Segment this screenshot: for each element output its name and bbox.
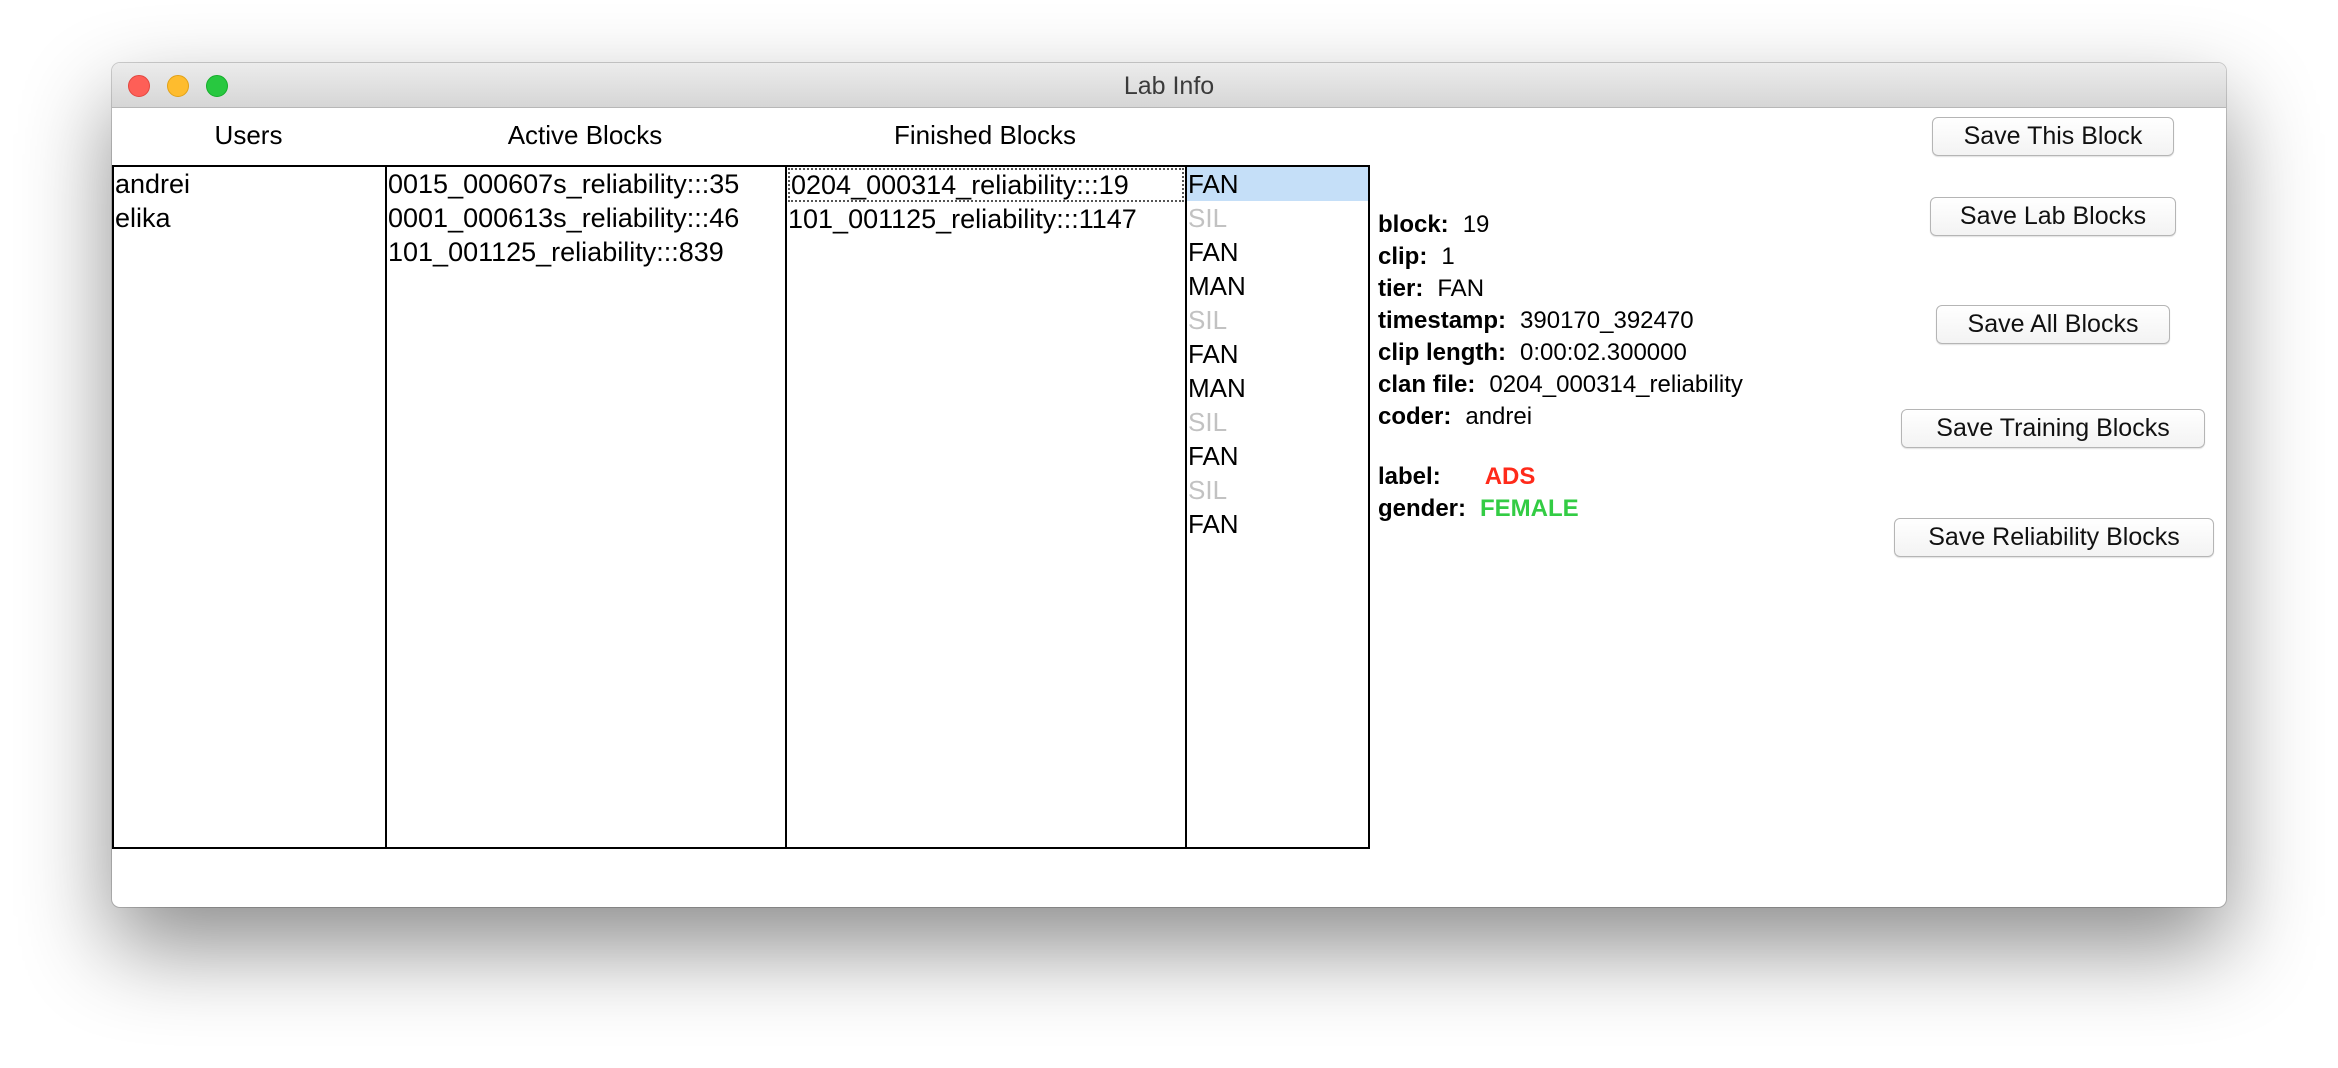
users-list[interactable]: andrei elika	[112, 165, 387, 849]
list-item[interactable]: 0204_000314_reliability:::19	[788, 168, 1184, 202]
info-timestamp: timestamp: 390170_392470	[1378, 305, 1743, 337]
save-all-blocks-button[interactable]: Save All Blocks	[1936, 305, 2170, 344]
lab-info-window: Lab Info Users Active Blocks Finished Bl…	[112, 63, 2226, 907]
list-item[interactable]: 0001_000613s_reliability:::46	[387, 201, 785, 235]
info-key: label:	[1378, 463, 1441, 490]
save-lab-blocks-button[interactable]: Save Lab Blocks	[1930, 197, 2176, 236]
info-value: FAN	[1437, 275, 1485, 302]
info-value: 390170_392470	[1520, 307, 1694, 334]
list-item[interactable]: 101_001125_reliability:::1147	[787, 202, 1185, 236]
info-value: 19	[1462, 211, 1490, 238]
tier-list-item[interactable]: FAN	[1187, 167, 1368, 201]
info-key: block:	[1378, 211, 1449, 238]
info-key: clip:	[1378, 243, 1428, 270]
users-column-header: Users	[214, 120, 283, 150]
save-reliability-blocks-button[interactable]: Save Reliability Blocks	[1894, 518, 2214, 557]
tier-list-item[interactable]: SIL	[1187, 405, 1368, 439]
info-block: block: 19	[1378, 209, 1743, 241]
save-training-blocks-button[interactable]: Save Training Blocks	[1901, 409, 2205, 448]
info-gender: gender: FEMALE	[1378, 493, 1743, 525]
window-title: Lab Info	[1123, 72, 1215, 100]
finished-blocks-list[interactable]: 0204_000314_reliability:::19 101_001125_…	[785, 165, 1187, 849]
label-value: ADS	[1484, 463, 1536, 490]
info-key: coder:	[1378, 403, 1452, 430]
list-item[interactable]: elika	[114, 201, 385, 235]
info-key: gender:	[1378, 495, 1467, 522]
block-info-panel: block: 19 clip: 1 tier: FAN timestamp: 39017…	[1378, 209, 1743, 525]
list-item[interactable]: 101_001125_reliability:::839	[387, 235, 785, 269]
info-value: 0204_000314_reliability	[1489, 371, 1743, 398]
info-clip: clip: 1	[1378, 241, 1743, 273]
info-value: 1	[1441, 243, 1455, 270]
info-label: label: ADS	[1378, 461, 1743, 493]
gender-value: FEMALE	[1480, 495, 1579, 522]
info-key: clip length:	[1378, 339, 1506, 366]
info-clan-file: clan file: 0204_000314_reliability	[1378, 369, 1743, 401]
info-key: tier:	[1378, 275, 1424, 302]
tier-list-item[interactable]: MAN	[1187, 371, 1368, 405]
info-clip-length: clip length: 0:00:02.300000	[1378, 337, 1743, 369]
info-key: clan file:	[1378, 371, 1476, 398]
tier-list-item[interactable]: FAN	[1187, 439, 1368, 473]
tier-list-item[interactable]: FAN	[1187, 337, 1368, 371]
tier-list-item[interactable]: SIL	[1187, 473, 1368, 507]
tier-list-item[interactable]: SIL	[1187, 201, 1368, 235]
list-item[interactable]: 0015_000607s_reliability:::35	[387, 167, 785, 201]
info-key: timestamp:	[1378, 307, 1507, 334]
save-this-block-button[interactable]: Save This Block	[1932, 117, 2174, 156]
list-item[interactable]: andrei	[114, 167, 385, 201]
tier-list-item[interactable]: FAN	[1187, 507, 1368, 541]
tier-list-item[interactable]: MAN	[1187, 269, 1368, 303]
title-bar[interactable]: Lab Info	[112, 63, 2226, 108]
active-blocks-column-header: Active Blocks	[507, 120, 663, 150]
info-value: 0:00:02.300000	[1520, 339, 1687, 366]
info-value: andrei	[1465, 403, 1533, 430]
info-tier: tier: FAN	[1378, 273, 1743, 305]
tier-list[interactable]: FAN SIL FAN MAN SIL FAN MAN SIL FAN SIL FAN	[1185, 165, 1370, 849]
tier-list-item[interactable]: SIL	[1187, 303, 1368, 337]
active-blocks-list[interactable]: 0015_000607s_reliability:::35 0001_00061…	[385, 165, 787, 849]
finished-blocks-column-header: Finished Blocks	[893, 120, 1077, 150]
info-coder: coder: andrei	[1378, 401, 1743, 433]
tier-list-item[interactable]: FAN	[1187, 235, 1368, 269]
